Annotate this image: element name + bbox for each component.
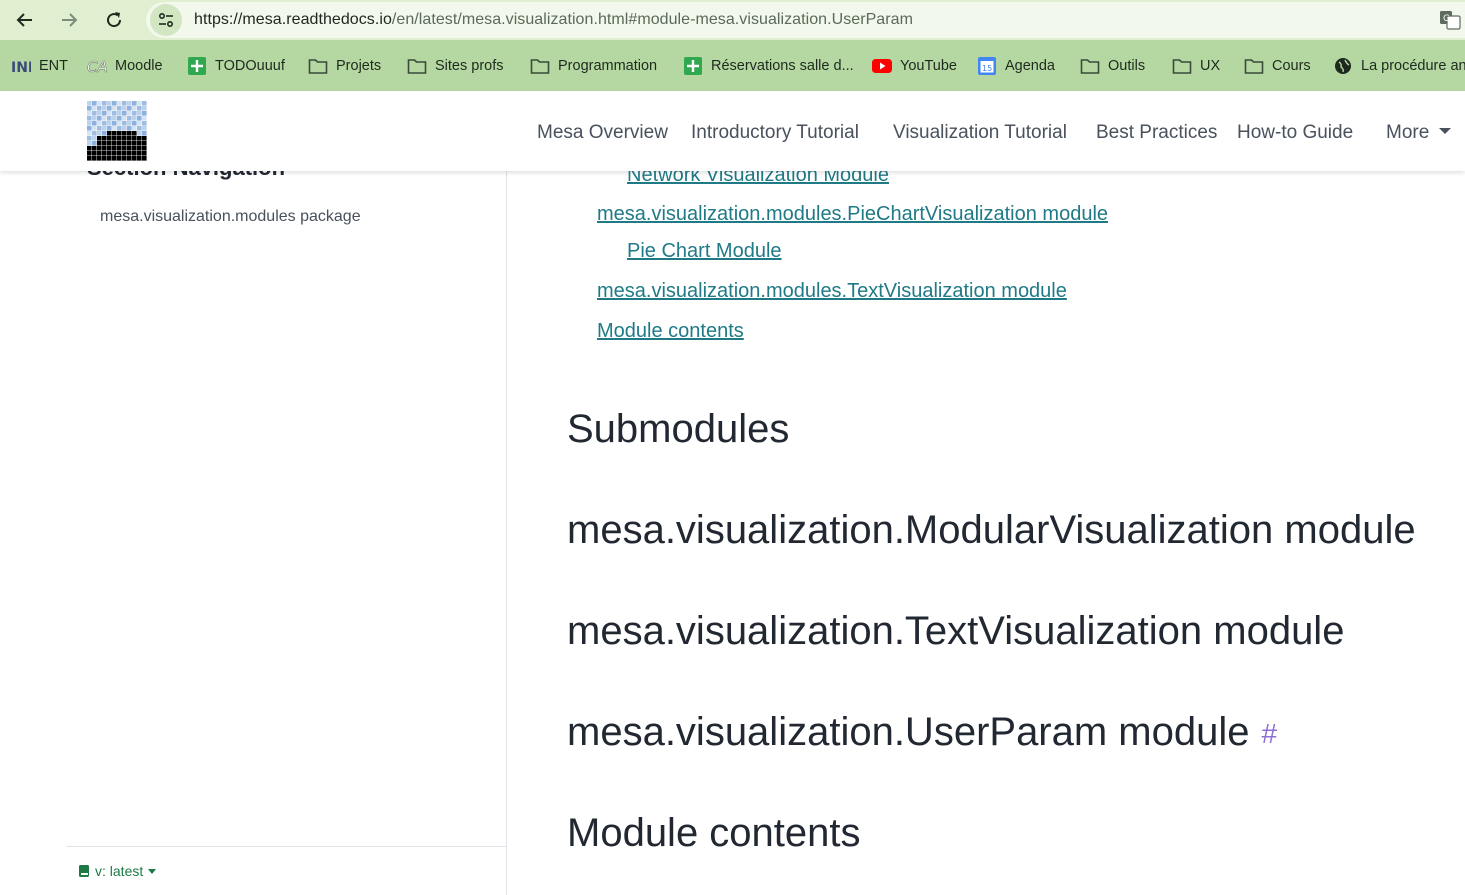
site-navbar: Mesa Overview Introductory Tutorial Visu… [0,91,1465,171]
bookmark-12[interactable]: La procédure an [1333,56,1465,76]
browser-toolbar: https://mesa.readthedocs.io/en/latest/me… [0,0,1465,40]
bookmarks-bar: INP ENT CAS Moodle TODOuuuf Projets Sites prof… [0,40,1465,91]
toc-link-piechart-module[interactable]: mesa.visualization.modules.PieChartVisua… [597,203,1108,226]
nav-link-intro-tutorial[interactable]: Introductory Tutorial [691,122,859,144]
folder-icon [1172,56,1192,76]
nav-link-viz-tutorial[interactable]: Visualization Tutorial [893,122,1067,144]
toc-link-module-contents[interactable]: Module contents [597,320,744,343]
calendar-icon: 15 [977,56,997,76]
nav-link-best-practices[interactable]: Best Practices [1096,122,1217,144]
sidebar: Section Navigation mesa.visualization.mo… [0,155,507,895]
bookmark-label: La procédure an [1361,58,1465,74]
youtube-icon [872,56,892,76]
folder-icon [530,56,550,76]
translate-icon[interactable]: G [1439,10,1461,30]
bookmark-label: TODOuuuf [215,58,285,74]
url-host: https://mesa.readthedocs.io [194,11,392,28]
url-path: /en/latest/mesa.visualization.html#modul… [391,11,913,28]
bookmark-label: Sites profs [435,58,504,74]
svg-text:INP: INP [11,60,31,76]
svg-text:15: 15 [982,64,992,73]
bookmark-2[interactable]: TODOuuuf [187,56,285,76]
heading-userparam-text: mesa.visualization.UserParam module [567,710,1250,754]
bookmark-label: Cours [1272,58,1311,74]
url-text: https://mesa.readthedocs.io/en/latest/me… [194,11,913,29]
toc-link-pie-chart[interactable]: Pie Chart Module [627,240,782,263]
folder-icon [1080,56,1100,76]
site-info-button[interactable] [150,4,182,36]
caret-down-icon [1439,127,1452,134]
back-button[interactable] [11,6,39,34]
nav-link-howto-guide[interactable]: How-to Guide [1237,122,1353,144]
ent-icon: INP [11,56,31,76]
arrow-left-icon [16,13,32,27]
bookmark-label: Outils [1108,58,1146,74]
bookmark-8[interactable]: 15 Agenda [977,56,1055,76]
version-switcher[interactable]: v: latest [78,863,157,879]
bookmark-label: Projets [336,58,382,74]
bookmark-label: Agenda [1005,58,1055,74]
bookmark-label: ENT [39,58,68,74]
caret-down-icon [148,868,157,874]
bookmark-11[interactable]: Cours [1244,56,1311,76]
mesa-logo[interactable] [87,101,147,161]
plus-square-icon [187,56,207,76]
moodle-icon: CAS [87,56,107,76]
bookmark-1[interactable]: CAS Moodle [87,56,163,76]
bookmark-3[interactable]: Projets [308,56,381,76]
arrow-right-icon [62,13,78,27]
heading-userparam: mesa.visualization.UserParam module # [567,710,1277,755]
tune-icon [158,12,174,28]
sidebar-item-modules-package[interactable]: mesa.visualization.modules package [100,208,361,226]
nav-more-dropdown[interactable]: More [1386,122,1452,144]
heading-submodules: Submodules [567,407,790,451]
bookmark-0[interactable]: INP ENT [11,56,68,76]
reload-icon [107,12,122,28]
bookmark-7[interactable]: YouTube [872,56,957,76]
reload-button[interactable] [100,6,128,34]
plus-square-icon [683,56,703,76]
forward-button[interactable] [55,6,83,34]
svg-text:G: G [1443,14,1450,24]
bookmark-10[interactable]: UX [1172,56,1220,76]
folder-icon [407,56,427,76]
more-label: More [1386,122,1430,143]
globe-icon [1333,56,1353,76]
main-content: Network Visualization Module mesa.visual… [508,171,1465,895]
bookmark-6[interactable]: Réservations salle d... [683,56,854,76]
toc-link-text-viz-module[interactable]: mesa.visualization.modules.TextVisualiza… [597,280,1067,303]
heading-module-contents: Module contents [567,811,861,855]
toc-link-network-viz[interactable]: Network Visualization Module [627,171,889,187]
bookmark-label: YouTube [900,58,957,74]
sidebar-footer-divider [66,846,506,847]
bookmark-label: Programmation [558,58,658,74]
version-label: v: latest [95,863,144,879]
bookmark-label: Réservations salle d... [711,58,854,74]
nav-link-overview[interactable]: Mesa Overview [537,122,668,144]
address-bar[interactable]: https://mesa.readthedocs.io/en/latest/me… [146,2,1465,38]
heading-modular-visualization: mesa.visualization.ModularVisualization … [567,508,1416,552]
svg-text:CAS: CAS [87,58,107,76]
bookmark-5[interactable]: Programmation [530,56,657,76]
heading-text-visualization: mesa.visualization.TextVisualization mod… [567,609,1345,653]
bookmark-9[interactable]: Outils [1080,56,1145,76]
headerlink-anchor[interactable]: # [1262,718,1278,749]
bookmark-4[interactable]: Sites profs [407,56,504,76]
book-icon [79,865,89,877]
bookmark-label: Moodle [115,58,163,74]
folder-icon [1244,56,1264,76]
folder-icon [308,56,328,76]
bookmark-label: UX [1200,58,1221,74]
